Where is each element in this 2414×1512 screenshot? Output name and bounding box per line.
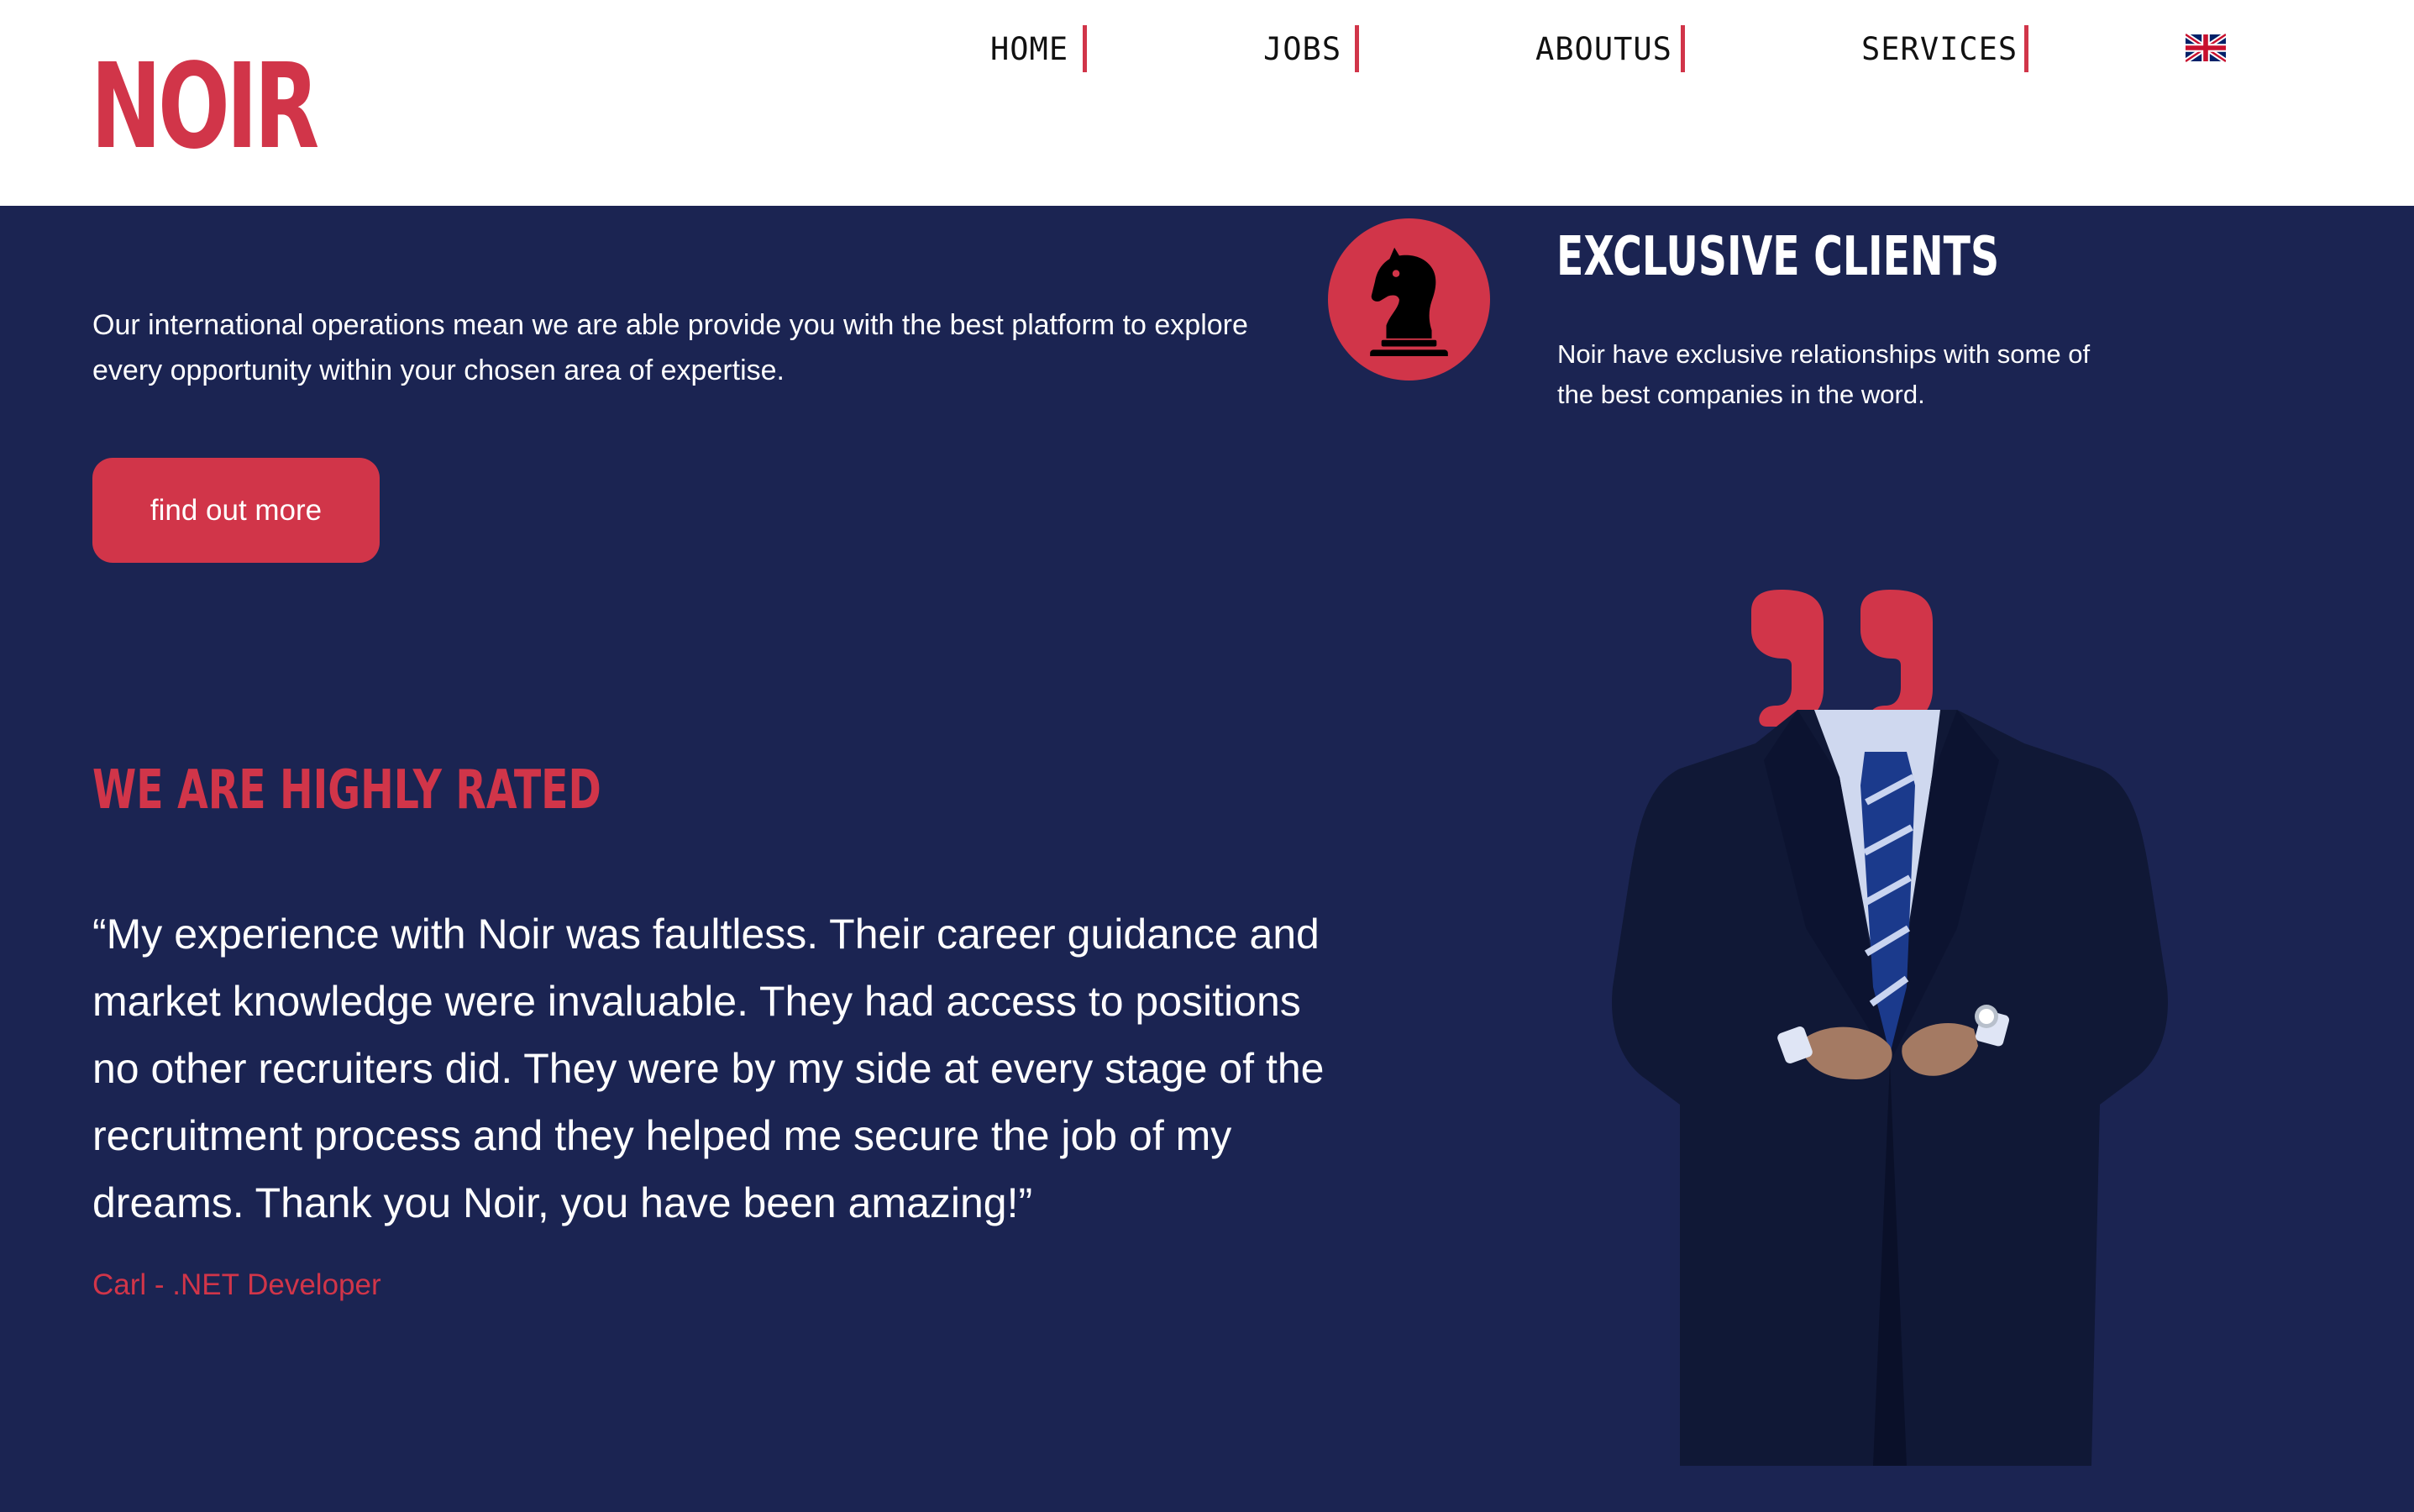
nav-item-aboutus[interactable]: ABOUTUS bbox=[1535, 25, 1672, 72]
nav-divider bbox=[1681, 25, 1685, 72]
nav-label[interactable]: SERVICES bbox=[1861, 31, 2018, 67]
nav-divider bbox=[1083, 25, 1087, 72]
nav-divider bbox=[1355, 25, 1359, 72]
site-header: NOIR HOME JOBS ABOUTUS SERVICES bbox=[0, 0, 2414, 206]
uk-flag-icon[interactable] bbox=[2186, 34, 2226, 62]
intro-paragraph: Our international operations mean we are… bbox=[92, 309, 1248, 386]
exclusive-clients-heading: EXCLUSIVE CLIENTS bbox=[1556, 226, 2000, 288]
nav-item-jobs[interactable]: JOBS bbox=[1263, 25, 1341, 72]
exclusive-clients-text: Noir have exclusive relationships with s… bbox=[1557, 339, 2091, 409]
chess-knight-badge bbox=[1328, 218, 1490, 381]
nav-label[interactable]: JOBS bbox=[1263, 31, 1341, 67]
chess-knight-icon bbox=[1370, 247, 1448, 357]
find-out-more-button[interactable]: find out more bbox=[92, 458, 380, 563]
nav-item-services[interactable]: SERVICES bbox=[1861, 25, 2018, 72]
nav-label[interactable]: HOME bbox=[990, 31, 1068, 67]
nav-item-home[interactable]: HOME bbox=[990, 25, 1068, 72]
nav-label[interactable]: ABOUTUS bbox=[1535, 31, 1672, 67]
highly-rated-heading: WE ARE HIGHLY RATED bbox=[92, 759, 601, 822]
businessman-in-suit-image bbox=[1612, 710, 2168, 1466]
nav-divider bbox=[2024, 25, 2028, 72]
testimonial-quote: “My experience with Noir was faultless. … bbox=[92, 911, 1325, 1226]
testimonial-author: Carl - .NET Developer bbox=[92, 1268, 381, 1301]
logo[interactable]: NOIR bbox=[91, 49, 319, 166]
